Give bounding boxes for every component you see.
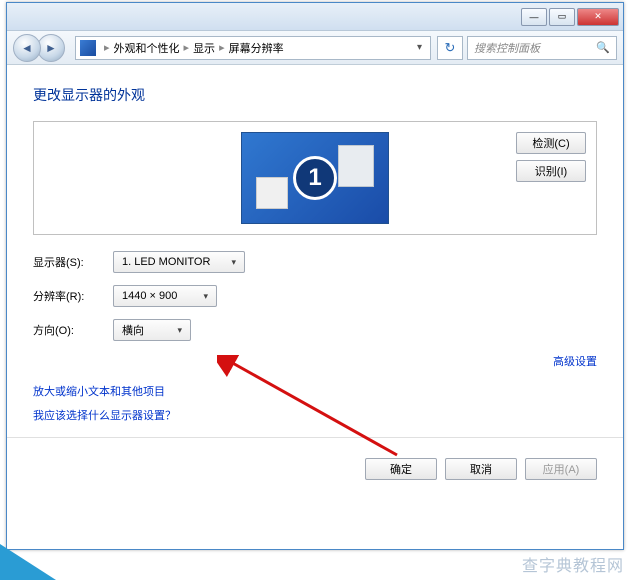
maximize-button[interactable]: ▭ xyxy=(549,8,575,26)
monitor-number-badge: 1 xyxy=(293,156,337,200)
identify-button[interactable]: 识别(I) xyxy=(516,160,586,182)
advanced-settings-link[interactable]: 高级设置 xyxy=(33,353,597,369)
detect-button[interactable]: 检测(C) xyxy=(516,132,586,154)
display-row: 显示器(S): 1. LED MONITOR ▾ xyxy=(33,251,597,273)
apply-button[interactable]: 应用(A) xyxy=(525,458,597,480)
breadcrumb-resolution[interactable]: 屏幕分辨率 xyxy=(229,40,284,56)
display-settings-window: — ▭ ✕ ◄ ► ▸ 外观和个性化 ▸ 显示 ▸ 屏幕分辨率 ▾ ↻ 搜索控制… xyxy=(6,2,624,550)
back-button[interactable]: ◄ xyxy=(13,34,41,62)
page-title: 更改显示器的外观 xyxy=(33,85,597,105)
monitor-thumbnail[interactable]: 1 xyxy=(241,132,389,224)
text-size-link[interactable]: 放大或缩小文本和其他项目 xyxy=(33,383,597,399)
resolution-value: 1440 × 900 xyxy=(122,290,177,302)
monitor-preview-box: 1 检测(C) 识别(I) xyxy=(33,121,597,235)
titlebar: — ▭ ✕ xyxy=(7,3,623,31)
refresh-button[interactable]: ↻ xyxy=(437,36,463,60)
resolution-label: 分辨率(R): xyxy=(33,288,113,304)
control-panel-icon xyxy=(80,40,96,56)
search-icon: 🔍 xyxy=(596,41,610,54)
orientation-dropdown[interactable]: 横向 ▾ xyxy=(113,319,191,341)
minimize-button[interactable]: — xyxy=(521,8,547,26)
orientation-row: 方向(O): 横向 ▾ xyxy=(33,319,597,341)
bottom-buttons: 确定 取消 应用(A) xyxy=(33,452,597,480)
nav-buttons: ◄ ► xyxy=(13,34,69,62)
breadcrumb[interactable]: ▸ 外观和个性化 ▸ 显示 ▸ 屏幕分辨率 ▾ xyxy=(75,36,431,60)
breadcrumb-appearance[interactable]: 外观和个性化 xyxy=(114,40,180,56)
search-placeholder: 搜索控制面板 xyxy=(474,40,540,56)
breadcrumb-dropdown-icon[interactable]: ▾ xyxy=(413,42,426,53)
breadcrumb-separator: ▸ xyxy=(219,41,225,54)
separator xyxy=(7,437,623,438)
breadcrumb-separator: ▸ xyxy=(184,41,190,54)
content-area: 更改显示器的外观 1 检测(C) 识别(I) 显示器(S): 1. LED MO… xyxy=(7,65,623,549)
cancel-button[interactable]: 取消 xyxy=(445,458,517,480)
close-button[interactable]: ✕ xyxy=(577,8,619,26)
resolution-dropdown[interactable]: 1440 × 900 ▾ xyxy=(113,285,217,307)
display-label: 显示器(S): xyxy=(33,254,113,270)
decorative-corner xyxy=(0,544,56,580)
orientation-value: 横向 xyxy=(122,322,144,338)
which-settings-link[interactable]: 我应该选择什么显示器设置？ xyxy=(33,407,597,423)
watermark: 查字典教程网 xyxy=(522,552,624,576)
display-dropdown[interactable]: 1. LED MONITOR ▾ xyxy=(113,251,245,273)
chevron-down-icon: ▾ xyxy=(169,325,182,336)
orientation-label: 方向(O): xyxy=(33,322,113,338)
navbar: ◄ ► ▸ 外观和个性化 ▸ 显示 ▸ 屏幕分辨率 ▾ ↻ 搜索控制面板 🔍 xyxy=(7,31,623,65)
chevron-down-icon: ▾ xyxy=(195,291,208,302)
display-value: 1. LED MONITOR xyxy=(122,256,210,268)
breadcrumb-separator: ▸ xyxy=(104,41,110,54)
side-buttons: 检测(C) 识别(I) xyxy=(516,132,586,182)
search-input[interactable]: 搜索控制面板 🔍 xyxy=(467,36,617,60)
forward-button[interactable]: ► xyxy=(37,34,65,62)
ok-button[interactable]: 确定 xyxy=(365,458,437,480)
resolution-row: 分辨率(R): 1440 × 900 ▾ xyxy=(33,285,597,307)
breadcrumb-display[interactable]: 显示 xyxy=(193,40,215,56)
chevron-down-icon: ▾ xyxy=(223,257,236,268)
